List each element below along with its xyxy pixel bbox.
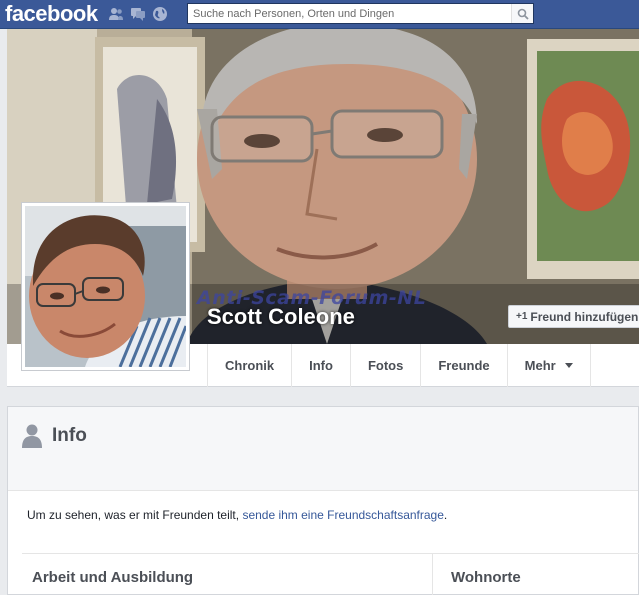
message-text: Um zu sehen, was er mit Freunden teilt, bbox=[27, 508, 240, 522]
person-icon bbox=[22, 424, 42, 448]
avatar bbox=[25, 206, 186, 367]
send-friend-request-link[interactable]: sende ihm eine Freundschaftsanfrage bbox=[242, 508, 443, 522]
search-box bbox=[187, 3, 534, 24]
section-places-lived: Wohnorte bbox=[451, 569, 521, 586]
add-friend-icon: +1 bbox=[516, 311, 528, 322]
tab-label: Chronik bbox=[225, 358, 275, 373]
profile-name[interactable]: Scott Coleone bbox=[207, 304, 355, 330]
tab-label: Mehr bbox=[524, 358, 556, 373]
section-work-education: Arbeit und Ausbildung bbox=[32, 569, 194, 586]
search-input[interactable] bbox=[188, 4, 510, 23]
tab-info[interactable]: Info bbox=[291, 344, 350, 387]
search-icon bbox=[517, 8, 529, 20]
top-bar: facebook bbox=[0, 0, 639, 29]
chevron-down-icon bbox=[564, 363, 573, 368]
facebook-logo[interactable]: facebook bbox=[5, 1, 98, 27]
tab-freunde[interactable]: Freunde bbox=[420, 344, 506, 387]
tab-mehr[interactable]: Mehr bbox=[506, 344, 591, 387]
notifications-globe-icon[interactable] bbox=[152, 6, 168, 22]
tab-label: Freunde bbox=[438, 358, 490, 373]
tab-chronik[interactable]: Chronik bbox=[207, 344, 291, 387]
profile-picture[interactable] bbox=[21, 202, 190, 371]
info-title: Info bbox=[52, 425, 87, 446]
friend-requests-icon[interactable] bbox=[108, 6, 124, 22]
tab-fotos[interactable]: Fotos bbox=[349, 344, 420, 387]
info-card-header: Info bbox=[8, 407, 638, 491]
profile-tabs: Chronik Info Fotos Freunde Mehr bbox=[207, 344, 591, 387]
tab-label: Fotos bbox=[367, 358, 404, 373]
messages-icon[interactable] bbox=[130, 6, 146, 22]
message-suffix: . bbox=[443, 508, 448, 522]
search-button[interactable] bbox=[511, 4, 533, 23]
section-divider bbox=[22, 553, 639, 554]
info-card: Info Um zu sehen, was er mit Freunden te… bbox=[7, 406, 639, 595]
column-divider bbox=[432, 553, 433, 595]
jewel-icons bbox=[108, 6, 168, 22]
tab-label: Info bbox=[309, 358, 333, 373]
add-friend-label: Freund hinzufügen bbox=[530, 309, 639, 324]
friend-request-message: Um zu sehen, was er mit Freunden teilt, … bbox=[27, 508, 447, 522]
add-friend-button[interactable]: +1 Freund hinzufügen bbox=[508, 305, 639, 328]
